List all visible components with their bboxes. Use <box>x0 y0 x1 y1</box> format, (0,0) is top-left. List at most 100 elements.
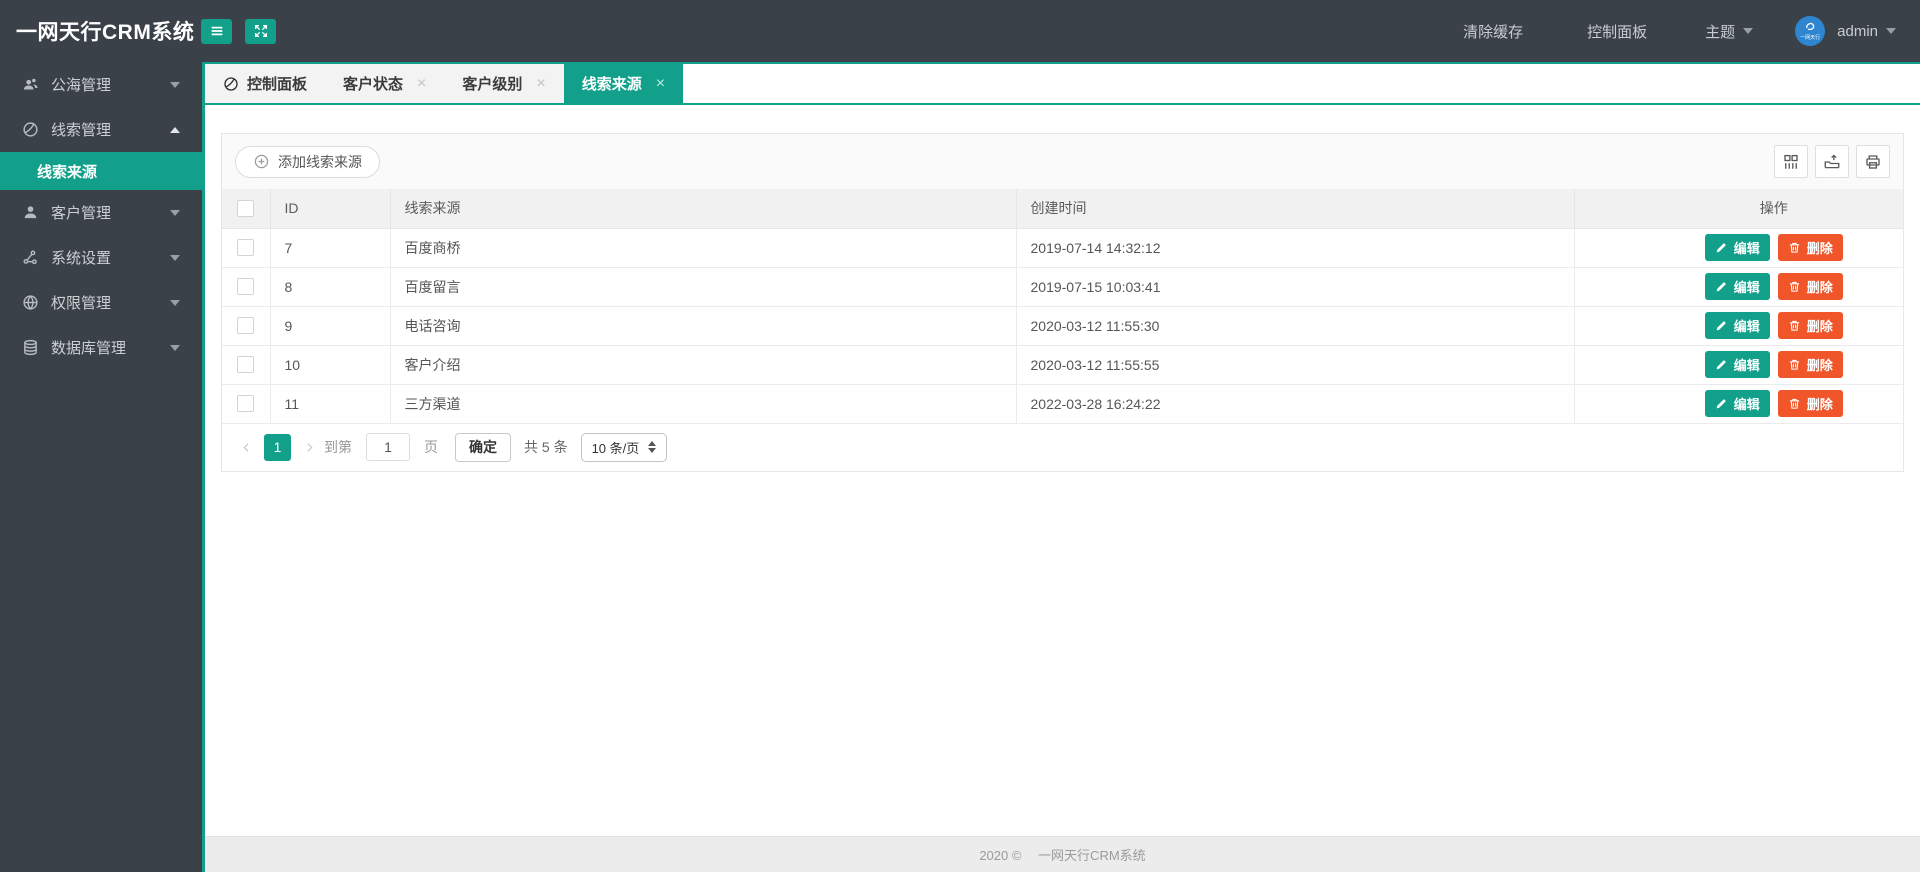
row-checkbox[interactable] <box>237 317 254 334</box>
cell-id: 9 <box>270 306 390 345</box>
close-icon[interactable]: × <box>536 76 545 92</box>
cell-id: 10 <box>270 345 390 384</box>
delete-button[interactable]: 删除 <box>1778 351 1843 378</box>
sidebar: 公海管理 线索管理 线索来源 客户管理 系统设置 权限管理 <box>0 62 202 872</box>
tab-label: 控制面板 <box>247 73 307 94</box>
delete-button[interactable]: 删除 <box>1778 273 1843 300</box>
sidebar-item-label: 线索管理 <box>51 119 111 140</box>
export-button[interactable] <box>1815 145 1849 178</box>
sidebar-item-label: 客户管理 <box>51 202 111 223</box>
caret-down-icon <box>1886 28 1896 34</box>
row-checkbox[interactable] <box>237 395 254 412</box>
tab-lead-source[interactable]: 线索来源 × <box>564 64 683 103</box>
username: admin <box>1837 23 1878 40</box>
cell-source: 电话咨询 <box>390 306 1016 345</box>
row-checkbox[interactable] <box>237 356 254 373</box>
sidebar-item-label: 权限管理 <box>51 292 111 313</box>
column-header-actions: 操作 <box>1574 189 1903 228</box>
edit-button[interactable]: 编辑 <box>1705 390 1770 417</box>
edit-button[interactable]: 编辑 <box>1705 312 1770 339</box>
plus-circle-icon <box>253 153 270 170</box>
user-menu[interactable]: admin <box>1837 23 1896 40</box>
tab-label: 客户状态 <box>343 73 403 94</box>
pagination-bar: 1 到第 页 确定 共 5 条 10 条/页 <box>222 424 1903 471</box>
row-checkbox[interactable] <box>237 239 254 256</box>
cell-source: 百度商桥 <box>390 228 1016 267</box>
header-actions: 清除缓存 控制面板 主题 一网天行 admin <box>1463 16 1920 46</box>
cell-id: 8 <box>270 267 390 306</box>
panel-toolbar: 添加线索来源 <box>222 134 1903 189</box>
page-size-select[interactable]: 10 条/页 <box>581 433 668 462</box>
add-lead-source-button[interactable]: 添加线索来源 <box>235 146 380 178</box>
cell-created: 2020-03-12 11:55:55 <box>1016 345 1574 384</box>
select-arrows-icon <box>648 441 656 453</box>
cell-created: 2022-03-28 16:24:22 <box>1016 384 1574 423</box>
cell-created: 2020-03-12 11:55:30 <box>1016 306 1574 345</box>
row-checkbox[interactable] <box>237 278 254 295</box>
collapse-menu-button[interactable] <box>201 19 232 44</box>
menu-icon <box>209 23 225 39</box>
theme-label: 主题 <box>1705 21 1735 42</box>
top-header: 一网天行CRM系统 清除缓存 控制面板 主题 一网天行 admin <box>0 0 1920 62</box>
delete-button[interactable]: 删除 <box>1778 390 1843 417</box>
compass-icon <box>223 76 239 92</box>
table-row: 7 百度商桥 2019-07-14 14:32:12 编辑删除 <box>222 228 1903 267</box>
tab-customer-level[interactable]: 客户级别 × <box>444 64 563 103</box>
columns-toggle-button[interactable] <box>1774 145 1808 178</box>
add-button-label: 添加线索来源 <box>278 152 362 172</box>
edit-button[interactable]: 编辑 <box>1705 234 1770 261</box>
compass-icon <box>22 121 39 138</box>
database-icon <box>22 339 39 356</box>
chevron-down-icon <box>170 255 180 261</box>
cell-created: 2019-07-14 14:32:12 <box>1016 228 1574 267</box>
goto-suffix-label: 页 <box>424 437 438 457</box>
caret-down-icon <box>1743 28 1753 34</box>
sidebar-item-permissions[interactable]: 权限管理 <box>0 280 202 325</box>
goto-prefix-label: 到第 <box>324 437 352 457</box>
dashboard-link[interactable]: 控制面板 <box>1587 21 1647 42</box>
sidebar-item-public-sea[interactable]: 公海管理 <box>0 62 202 107</box>
delete-button[interactable]: 删除 <box>1778 234 1843 261</box>
tab-dashboard[interactable]: 控制面板 <box>205 64 325 103</box>
current-page-button[interactable]: 1 <box>264 434 291 461</box>
sidebar-item-system-settings[interactable]: 系统设置 <box>0 235 202 280</box>
tab-customer-status[interactable]: 客户状态 × <box>325 64 444 103</box>
delete-button[interactable]: 删除 <box>1778 312 1843 339</box>
sidebar-item-database[interactable]: 数据库管理 <box>0 325 202 370</box>
cell-source: 三方渠道 <box>390 384 1016 423</box>
edit-button[interactable]: 编辑 <box>1705 273 1770 300</box>
column-header-id: ID <box>270 189 390 228</box>
theme-dropdown[interactable]: 主题 <box>1705 21 1753 42</box>
users-icon <box>22 76 39 93</box>
confirm-page-button[interactable]: 确定 <box>455 433 511 462</box>
lead-source-table: ID 线索来源 创建时间 操作 7 百度商桥 2019-07-14 14:32:… <box>222 189 1903 424</box>
select-all-checkbox[interactable] <box>237 200 254 217</box>
sidebar-subitem-lead-source[interactable]: 线索来源 <box>0 152 202 190</box>
page-number-input[interactable] <box>366 433 410 461</box>
tab-bar: 控制面板 客户状态 × 客户级别 × 线索来源 × <box>205 62 1920 105</box>
clear-cache-link[interactable]: 清除缓存 <box>1463 21 1523 42</box>
close-icon[interactable]: × <box>656 76 665 92</box>
sidebar-item-customers[interactable]: 客户管理 <box>0 190 202 235</box>
edit-button[interactable]: 编辑 <box>1705 351 1770 378</box>
chevron-down-icon <box>170 345 180 351</box>
page-footer: 2020 © 一网天行CRM系统 <box>205 836 1920 872</box>
sidebar-item-label: 公海管理 <box>51 74 111 95</box>
column-header-created: 创建时间 <box>1016 189 1574 228</box>
close-icon[interactable]: × <box>417 76 426 92</box>
cell-source: 客户介绍 <box>390 345 1016 384</box>
cell-source: 百度留言 <box>390 267 1016 306</box>
footer-text: 2020 © 一网天行CRM系统 <box>979 845 1145 864</box>
prev-page-button[interactable] <box>235 434 257 461</box>
fullscreen-button[interactable] <box>245 19 276 44</box>
table-row: 8 百度留言 2019-07-15 10:03:41 编辑删除 <box>222 267 1903 306</box>
next-page-button[interactable] <box>298 434 320 461</box>
chevron-up-icon <box>170 127 180 133</box>
sidebar-item-label: 数据库管理 <box>51 337 126 358</box>
fullscreen-icon <box>253 23 269 39</box>
sidebar-item-leads[interactable]: 线索管理 <box>0 107 202 152</box>
cell-id: 11 <box>270 384 390 423</box>
column-header-source: 线索来源 <box>390 189 1016 228</box>
print-button[interactable] <box>1856 145 1890 178</box>
avatar[interactable]: 一网天行 <box>1795 16 1825 46</box>
